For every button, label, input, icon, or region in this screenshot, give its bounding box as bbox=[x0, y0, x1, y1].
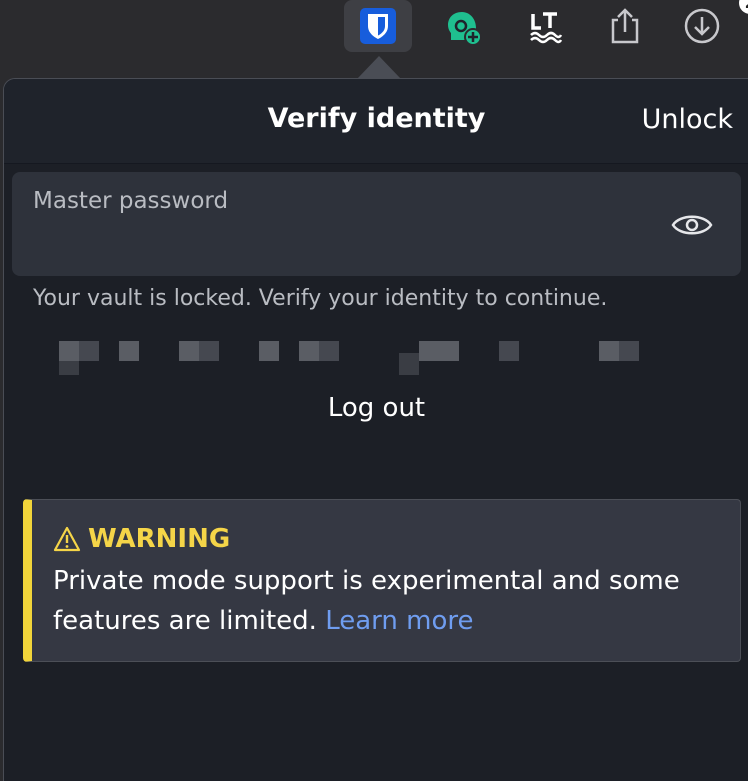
private-mode-warning: WARNING Private mode support is experime… bbox=[23, 499, 741, 662]
downloads-badge: 2 bbox=[739, 0, 748, 14]
warning-heading: WARNING bbox=[53, 524, 230, 554]
popup-header: Verify identity Unlock bbox=[4, 79, 748, 164]
warning-title: WARNING bbox=[88, 524, 231, 554]
bitwarden-popup: Verify identity Unlock Master password Y… bbox=[3, 78, 748, 781]
warning-message: Private mode support is experimental and… bbox=[53, 561, 723, 641]
download-icon bbox=[684, 8, 720, 44]
share-icon bbox=[611, 8, 639, 44]
master-password-field[interactable]: Master password bbox=[12, 172, 741, 276]
vault-locked-hint: Your vault is locked. Verify your identi… bbox=[33, 286, 608, 311]
languagetool-button[interactable] bbox=[511, 0, 579, 52]
master-password-input[interactable] bbox=[33, 224, 657, 262]
warning-icon bbox=[53, 526, 81, 552]
popup-pointer bbox=[357, 56, 401, 79]
master-password-label: Master password bbox=[33, 188, 229, 214]
page-title: Verify identity bbox=[267, 103, 486, 134]
extension-button[interactable] bbox=[428, 0, 496, 52]
popup-content: Master password Your vault is locked. Ve… bbox=[4, 164, 748, 781]
logout-button[interactable]: Log out bbox=[4, 393, 748, 423]
languagetool-icon bbox=[530, 12, 563, 44]
downloads-button[interactable] bbox=[668, 0, 736, 52]
eye-icon[interactable] bbox=[670, 210, 714, 240]
bitwarden-icon bbox=[360, 8, 396, 44]
learn-more-link[interactable]: Learn more bbox=[325, 606, 473, 636]
bitwarden-extension-button[interactable] bbox=[344, 0, 412, 52]
unlock-button[interactable]: Unlock bbox=[642, 104, 733, 135]
share-button[interactable] bbox=[591, 0, 659, 52]
extension-icon bbox=[448, 12, 482, 46]
